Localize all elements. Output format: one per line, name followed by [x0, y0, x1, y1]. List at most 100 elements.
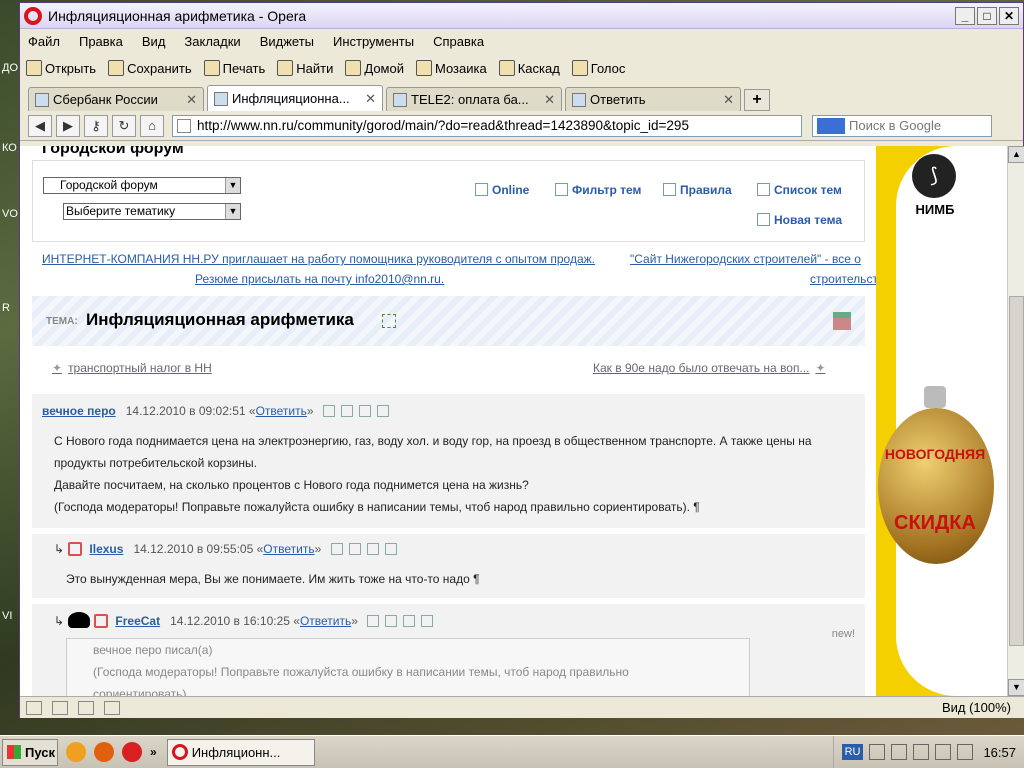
- menu-widgets[interactable]: Виджеты: [260, 34, 314, 49]
- prev-topic-link[interactable]: ✦ транспортный налог в НН: [46, 361, 212, 375]
- filter-link[interactable]: Фильтр тем: [555, 183, 641, 197]
- menu-tools[interactable]: Инструменты: [333, 34, 414, 49]
- home-icon: [345, 60, 362, 76]
- new-topic-link[interactable]: Новая тема: [757, 213, 842, 227]
- back-button[interactable]: ◀: [28, 114, 52, 137]
- menu-view[interactable]: Вид: [142, 34, 166, 49]
- mail-icon[interactable]: [330, 543, 343, 555]
- network-icon[interactable]: [869, 744, 886, 760]
- close-tab-icon[interactable]: ✕: [544, 92, 555, 108]
- ad-link-left-2[interactable]: Резюме присылать на почту info2010@nn.ru…: [195, 272, 444, 286]
- save-button[interactable]: Сохранить: [108, 60, 192, 76]
- zoom-control[interactable]: Вид (100%): [942, 700, 1011, 715]
- gift-icon[interactable]: [385, 615, 398, 627]
- cascade-button[interactable]: Каскад: [498, 60, 560, 76]
- tab-reply[interactable]: Ответить ✕: [565, 87, 741, 111]
- firefox-icon[interactable]: [94, 742, 114, 762]
- search-input[interactable]: Поиск в Google: [812, 114, 992, 137]
- start-button[interactable]: Пуск: [2, 738, 58, 766]
- avatar[interactable]: [68, 612, 91, 628]
- chevron-right-icon[interactable]: »: [150, 745, 157, 759]
- rules-link[interactable]: Правила: [663, 183, 732, 197]
- voice-button[interactable]: Голос: [571, 60, 625, 76]
- scroll-up-button[interactable]: ▲: [1008, 146, 1024, 163]
- theme-select[interactable]: Выберите тематику ▼: [63, 203, 241, 220]
- menu-file[interactable]: Файл: [28, 34, 60, 49]
- open-button[interactable]: Открыть: [26, 60, 96, 76]
- reply-link[interactable]: Ответить: [300, 614, 351, 628]
- panel-toggle-icon[interactable]: [26, 700, 42, 715]
- menu-help[interactable]: Справка: [433, 34, 484, 49]
- title-bar[interactable]: Инфляцияционная арифметика - Opera _ □ ✕: [20, 3, 1023, 29]
- author-link[interactable]: Ilexus: [89, 542, 123, 556]
- pin-icon[interactable]: [376, 405, 389, 417]
- pin-icon[interactable]: [421, 615, 434, 627]
- app-tray-icon[interactable]: [957, 744, 974, 760]
- tile-button[interactable]: Мозаика: [415, 60, 487, 76]
- forum-select[interactable]: Городской форум ▼: [43, 177, 241, 194]
- search-icon[interactable]: [366, 543, 379, 555]
- new-tab-button[interactable]: +: [744, 89, 770, 111]
- pin-icon[interactable]: [384, 543, 397, 555]
- desktop-label[interactable]: ДО: [2, 62, 18, 74]
- desktop-label[interactable]: КО: [2, 142, 17, 154]
- forward-button[interactable]: ▶: [56, 114, 80, 137]
- tab-label: Сбербанк России: [53, 92, 158, 107]
- online-link[interactable]: Online: [475, 183, 529, 197]
- home-nav-button[interactable]: ⌂: [140, 114, 164, 137]
- ad-link-right[interactable]: "Сайт Нижегородских строителей" - все о: [630, 252, 861, 266]
- ad-link-left[interactable]: ИНТЕРНЕТ-КОМПАНИЯ НН.РУ приглашает на ра…: [42, 252, 595, 266]
- next-topic-link[interactable]: Как в 90е надо было отвечать на воп... ✦: [593, 361, 832, 375]
- sync-icon[interactable]: [52, 700, 68, 715]
- gift-icon[interactable]: [340, 405, 353, 417]
- find-button[interactable]: Найти: [277, 60, 333, 76]
- menu-edit[interactable]: Правка: [79, 34, 123, 49]
- search-icon[interactable]: [358, 405, 371, 417]
- mail-icon[interactable]: [322, 405, 335, 417]
- avast-icon[interactable]: [66, 742, 86, 762]
- quote-line: вечное перо писал(а): [93, 643, 213, 657]
- key-icon[interactable]: ⚷: [84, 114, 108, 137]
- reload-button[interactable]: ↻: [112, 114, 136, 137]
- tab-tele2[interactable]: TELE2: оплата ба... ✕: [386, 87, 562, 111]
- close-tab-icon[interactable]: ✕: [723, 92, 734, 108]
- security-icon[interactable]: [891, 744, 908, 760]
- display-icon[interactable]: [913, 744, 930, 760]
- close-tab-icon[interactable]: ✕: [365, 91, 376, 107]
- close-tab-icon[interactable]: ✕: [186, 92, 197, 108]
- home-button[interactable]: Домой: [345, 60, 404, 76]
- taskbar-opera-task[interactable]: Инфляционн...: [166, 738, 315, 766]
- close-button[interactable]: ✕: [999, 6, 1019, 25]
- menu-bookmarks[interactable]: Закладки: [184, 34, 240, 49]
- volume-icon[interactable]: [935, 744, 952, 760]
- language-indicator[interactable]: RU: [841, 744, 864, 760]
- desktop-label[interactable]: R: [2, 302, 10, 314]
- author-link[interactable]: вечное перо: [42, 404, 116, 418]
- turbo-icon[interactable]: [104, 700, 120, 715]
- tab-sberbank[interactable]: Сбербанк России ✕: [28, 87, 204, 111]
- opera-quick-icon[interactable]: [122, 742, 142, 762]
- desktop-label[interactable]: VI: [2, 610, 12, 622]
- reply-link[interactable]: Ответить: [256, 404, 307, 418]
- vertical-scrollbar[interactable]: ▲ ▼: [1007, 146, 1024, 696]
- ad-banner[interactable]: ⟆ НИМБ НОВОГОДНЯЯ СКИДКА: [876, 146, 994, 696]
- reply-arrow-icon: ↳: [54, 542, 65, 556]
- url-field[interactable]: http://www.nn.ru/community/gorod/main/?d…: [172, 114, 802, 137]
- scroll-thumb[interactable]: [1009, 296, 1024, 646]
- scroll-down-button[interactable]: ▼: [1008, 679, 1024, 696]
- maximize-button[interactable]: □: [977, 6, 997, 25]
- print-button[interactable]: Печать: [203, 60, 265, 76]
- mail-icon[interactable]: [367, 615, 380, 627]
- unite-icon[interactable]: [78, 700, 94, 715]
- desktop-label[interactable]: VO: [2, 208, 18, 220]
- favicon-icon: [35, 92, 49, 107]
- author-link[interactable]: FreeCat: [115, 614, 160, 628]
- gift-icon[interactable]: [348, 543, 361, 555]
- tab-active[interactable]: Инфляцияционна... ✕: [207, 85, 383, 111]
- minimize-button[interactable]: _: [955, 6, 975, 25]
- house-icon[interactable]: [833, 312, 851, 330]
- search-icon[interactable]: [403, 615, 416, 627]
- list-link[interactable]: Список тем: [757, 183, 842, 197]
- reply-link[interactable]: Ответить: [263, 542, 314, 556]
- tree-icon[interactable]: [382, 314, 396, 328]
